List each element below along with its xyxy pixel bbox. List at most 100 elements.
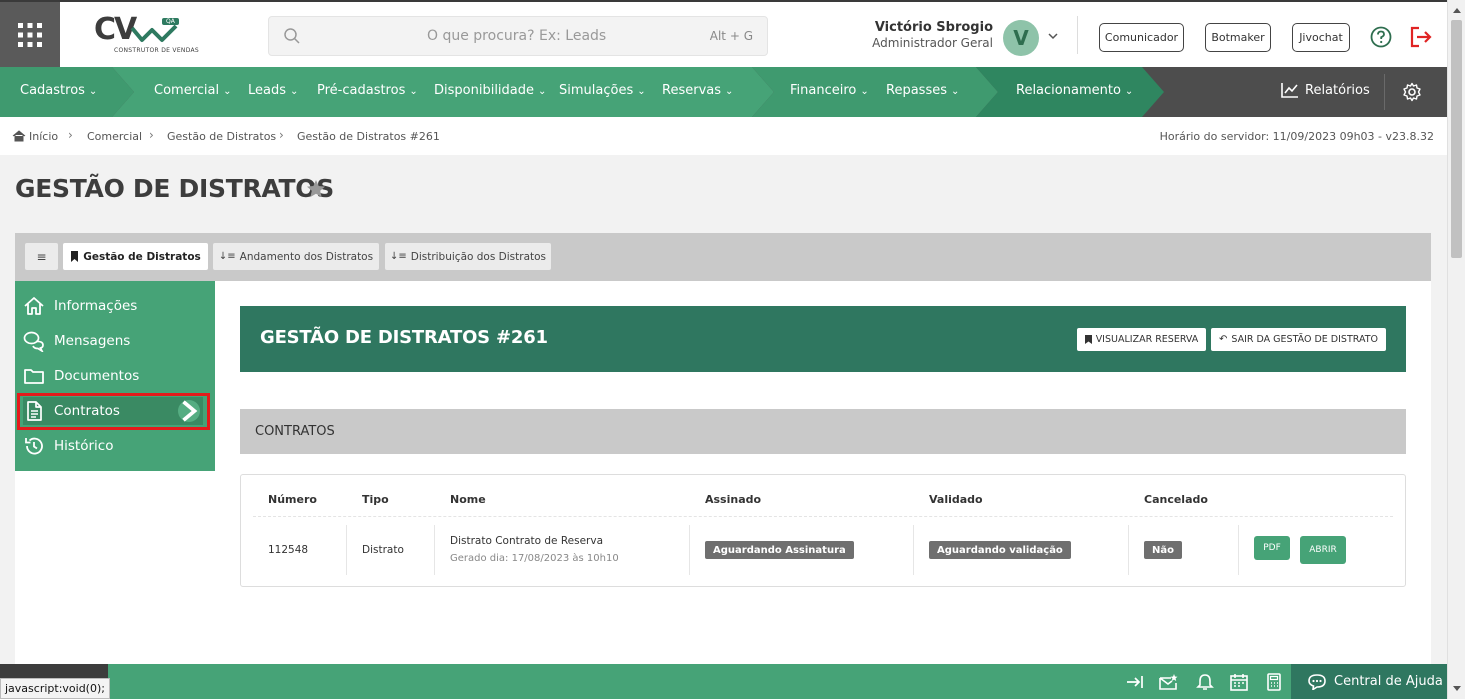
- bookmark-icon: [71, 251, 79, 262]
- home-icon: [24, 297, 44, 315]
- table-divider: [253, 516, 1393, 517]
- cell-divider: [913, 525, 914, 575]
- chat-bubble-icon: [1308, 673, 1326, 690]
- nav-pre-cadastros[interactable]: Pré-cadastros ⌄: [317, 83, 418, 98]
- visualizar-reserva-button[interactable]: VISUALIZAR RESERVA: [1077, 328, 1206, 351]
- calendar-icon[interactable]: [1229, 673, 1249, 691]
- logo-badge: QA: [162, 18, 179, 25]
- status-badge-validado: Aguardando validação: [929, 541, 1071, 559]
- user-name: Victório Sbrogio: [874, 20, 993, 35]
- bottom-bar: Central de Ajuda: [0, 664, 1447, 699]
- mail-star-icon[interactable]: [1158, 673, 1178, 691]
- server-time: Horário do servidor: 11/09/2023 09h03 - …: [1159, 130, 1434, 143]
- bell-icon[interactable]: [1195, 673, 1215, 691]
- apps-grid-button[interactable]: [0, 2, 60, 67]
- cell-divider: [346, 525, 347, 575]
- central-de-ajuda-button[interactable]: Central de Ajuda: [1291, 664, 1447, 699]
- logout-icon[interactable]: [1409, 26, 1433, 48]
- avatar[interactable]: V: [1003, 20, 1039, 56]
- status-badge-assinado: Aguardando Assinatura: [705, 541, 854, 559]
- nav-leads[interactable]: Leads ⌄: [248, 83, 298, 98]
- cell-divider: [1238, 525, 1239, 575]
- tab-andamento[interactable]: ↓≡ Andamento dos Distratos: [213, 243, 379, 270]
- abrir-button[interactable]: ABRIR: [1300, 536, 1346, 564]
- nav-cadastros[interactable]: Cadastros ⌄: [20, 83, 97, 98]
- top-bar: CV QA CONSTRUTOR DE VENDAS O que procura…: [0, 0, 1447, 67]
- tab-bar: ≡ Gestão de Distratos ↓≡ Andamento dos D…: [15, 233, 1431, 281]
- history-icon: [25, 437, 43, 455]
- jivochat-button[interactable]: Jivochat: [1292, 23, 1350, 52]
- breadcrumb-separator: ›: [149, 128, 154, 142]
- menu-toggle-button[interactable]: ≡: [25, 243, 58, 270]
- scroll-down-arrow[interactable]: [1453, 686, 1461, 691]
- hamburger-icon: ≡: [36, 249, 47, 264]
- col-header-cancelado: Cancelado: [1144, 493, 1208, 506]
- cell-divider: [1128, 525, 1129, 575]
- reply-icon: ↶: [1218, 334, 1228, 345]
- contratos-section-header: CONTRATOS: [240, 409, 1406, 454]
- col-header-assinado: Assinado: [705, 493, 762, 506]
- breadcrumb-separator: ›: [68, 128, 73, 142]
- botmaker-button[interactable]: Botmaker: [1205, 23, 1271, 52]
- page-title: GESTÃO DE DISTRATOS: [15, 174, 334, 203]
- help-icon[interactable]: [1370, 26, 1392, 48]
- chevron-down-icon[interactable]: [1047, 30, 1059, 42]
- highlight-box: [17, 393, 210, 430]
- distrato-header: GESTÃO DE DISTRATOS #261 VISUALIZAR RESE…: [240, 306, 1406, 372]
- pdf-button[interactable]: PDF: [1254, 536, 1290, 560]
- search-input[interactable]: O que procura? Ex: Leads Alt + G: [268, 16, 768, 56]
- col-header-numero: Número: [268, 493, 317, 506]
- tab-distribuicao[interactable]: ↓≡ Distribuição dos Distratos: [385, 243, 551, 270]
- nav-simulacoes[interactable]: Simulações ⌄: [559, 83, 646, 98]
- folder-icon: [24, 369, 44, 384]
- gear-icon[interactable]: [1402, 82, 1422, 102]
- home-icon: [12, 130, 26, 142]
- breadcrumb-gestao[interactable]: Gestão de Distratos: [167, 130, 276, 143]
- side-item-historico[interactable]: Histórico: [23, 432, 203, 460]
- scrollbar[interactable]: [1447, 0, 1465, 699]
- nav-financeiro[interactable]: Financeiro ⌄: [790, 83, 869, 98]
- scroll-thumb[interactable]: [1451, 20, 1462, 258]
- tab-gestao-distratos[interactable]: Gestão de Distratos: [63, 243, 208, 270]
- side-item-mensagens[interactable]: Mensagens: [23, 327, 203, 355]
- search-icon: [284, 28, 300, 44]
- star-icon[interactable]: [305, 178, 327, 200]
- cv-logo[interactable]: CV QA CONSTRUTOR DE VENDAS: [92, 12, 199, 58]
- calculator-icon[interactable]: [1264, 673, 1284, 691]
- collapse-icon[interactable]: [1125, 673, 1145, 691]
- nav-relatorios[interactable]: Relatórios: [1281, 82, 1370, 98]
- breadcrumb-inicio[interactable]: Início: [29, 130, 58, 143]
- sair-gestao-button[interactable]: ↶ SAIR DA GESTÃO DE DISTRATO: [1211, 328, 1386, 351]
- nav-repasses[interactable]: Repasses ⌄: [886, 83, 959, 98]
- side-item-informacoes[interactable]: Informações: [23, 292, 203, 320]
- breadcrumb: Início › Comercial › Gestão de Distratos…: [0, 117, 1447, 155]
- user-info[interactable]: Victório Sbrogio Administrador Geral: [872, 20, 993, 50]
- comunicador-button[interactable]: Comunicador: [1099, 23, 1184, 52]
- sort-icon: ↓≡: [218, 251, 236, 262]
- panel-title: GESTÃO DE DISTRATOS #261: [260, 327, 548, 348]
- col-header-tipo: Tipo: [362, 493, 389, 506]
- bookmark-icon: [1084, 335, 1092, 344]
- chat-icon: [23, 331, 44, 352]
- grid-icon: [18, 22, 42, 47]
- col-header-validado: Validado: [929, 493, 983, 506]
- breadcrumb-current: Gestão de Distratos #261: [297, 130, 440, 143]
- status-url: javascript:void(0);: [0, 678, 110, 699]
- sort-icon: ↓≡: [389, 251, 407, 262]
- nav-comercial[interactable]: Comercial ⌄: [154, 83, 231, 98]
- nav-divider: [1384, 74, 1385, 110]
- side-item-documentos[interactable]: Documentos: [23, 362, 203, 390]
- search-shortcut: Alt + G: [709, 29, 753, 43]
- nav-relacionamento[interactable]: Relacionamento ⌄: [1016, 83, 1133, 98]
- cell-nome: Distrato Contrato de Reserva: [450, 535, 604, 547]
- nav-disponibilidade[interactable]: Disponibilidade ⌄: [434, 83, 546, 98]
- side-menu: Informações Mensagens Documentos Contrat…: [15, 281, 215, 471]
- contracts-table: Número Tipo Nome Assinado Validado Cance…: [240, 474, 1406, 587]
- breadcrumb-comercial[interactable]: Comercial: [87, 130, 142, 143]
- cell-numero: 112548: [268, 544, 309, 556]
- nav-reservas[interactable]: Reservas ⌄: [662, 83, 733, 98]
- user-role: Administrador Geral: [872, 36, 993, 50]
- cell-divider: [689, 525, 690, 575]
- scroll-up-arrow[interactable]: [1453, 8, 1461, 13]
- status-badge-cancelado: Não: [1144, 541, 1182, 559]
